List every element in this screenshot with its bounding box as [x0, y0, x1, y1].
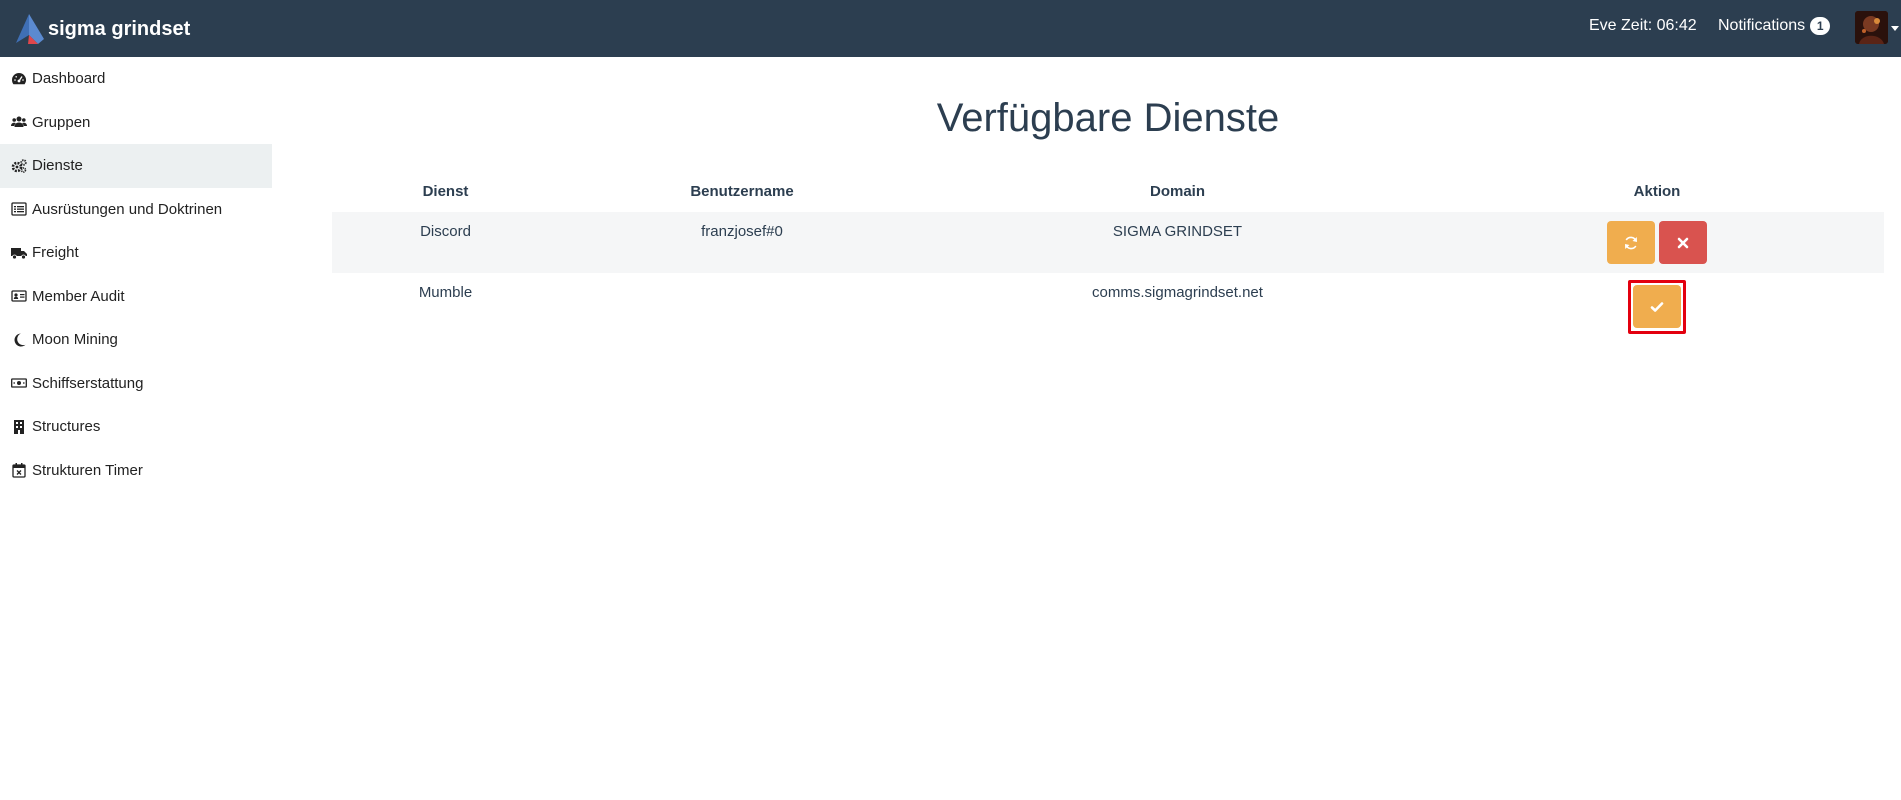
top-navbar: sigma grindset Eve Zeit: 06:42 Notificat…: [0, 0, 1901, 57]
sidebar-item-fittings[interactable]: Ausrüstungen und Doktrinen: [0, 188, 272, 232]
sidebar-item-freight[interactable]: Freight: [0, 231, 272, 275]
sidebar-item-label: Gruppen: [32, 113, 91, 131]
notifications-label: Notifications: [1718, 17, 1806, 34]
table-row: Discord franzjosef#0 SIGMA GRINDSET: [332, 212, 1884, 273]
list-icon: [10, 201, 28, 217]
column-header-action: Aktion: [1633, 183, 1681, 200]
column-header-username: Benutzername: [690, 183, 794, 200]
notifications-link[interactable]: Notifications 1: [1718, 17, 1831, 35]
sidebar-item-label: Schiffserstattung: [32, 374, 144, 392]
sidebar-item-services[interactable]: Dienste: [0, 144, 272, 188]
cogs-icon: [10, 158, 28, 174]
id-card-icon: [10, 288, 28, 304]
moon-icon: [10, 332, 28, 348]
brand-logo-icon: [16, 14, 44, 44]
highlight-box: [1628, 280, 1686, 334]
sidebar-item-member-audit[interactable]: Member Audit: [0, 275, 272, 319]
sidebar-item-label: Member Audit: [32, 287, 125, 305]
sidebar-item-structures[interactable]: Structures: [0, 405, 272, 449]
refresh-button[interactable]: [1607, 221, 1655, 264]
avatar[interactable]: [1855, 11, 1888, 44]
money-bill-icon: [10, 375, 28, 391]
page-title: Verfügbare Dienste: [936, 96, 1280, 140]
table-header: Dienst Benutzername Domain Aktion: [332, 178, 1884, 212]
service-domain: SIGMA GRINDSET: [1112, 223, 1243, 240]
users-icon: [10, 114, 28, 130]
table-row: Mumble comms.sigmagrindset.net: [332, 273, 1884, 334]
sidebar-item-srp[interactable]: Schiffserstattung: [0, 362, 272, 406]
close-icon: [1677, 237, 1689, 248]
calendar-times-icon: [10, 462, 28, 478]
building-icon: [10, 419, 28, 435]
sidebar-item-label: Moon Mining: [32, 331, 118, 349]
delete-button[interactable]: [1659, 221, 1707, 264]
avatar-caret-icon[interactable]: [1891, 26, 1899, 31]
service-name: Discord: [420, 223, 471, 240]
sidebar-item-groups[interactable]: Gruppen: [0, 101, 272, 145]
notifications-badge: 1: [1810, 17, 1831, 35]
sidebar-item-label: Dienste: [32, 157, 83, 175]
sidebar-item-label: Dashboard: [32, 70, 106, 88]
eve-time: Eve Zeit: 06:42: [1589, 17, 1697, 34]
check-icon: [1650, 301, 1664, 312]
services-table: Dienst Benutzername Domain Aktion Discor…: [332, 178, 1884, 334]
brand-link[interactable]: sigma grindset: [14, 13, 190, 45]
sidebar-item-dashboard[interactable]: Dashboard: [0, 57, 272, 101]
service-domain: comms.sigmagrindset.net: [1092, 284, 1263, 301]
brand-name: sigma grindset: [48, 17, 191, 40]
sidebar: Dashboard Gruppen Dienste Ausrüstungen u…: [0, 57, 272, 492]
refresh-icon: [1625, 236, 1637, 249]
sidebar-item-moon-mining[interactable]: Moon Mining: [0, 318, 272, 362]
sidebar-item-structure-timers[interactable]: Strukturen Timer: [0, 449, 272, 493]
sidebar-item-label: Strukturen Timer: [32, 461, 143, 479]
avatar-image-icon: [1855, 11, 1888, 44]
row-actions: [1430, 273, 1884, 334]
service-name: Mumble: [418, 284, 473, 301]
truck-icon: [10, 245, 28, 261]
dashboard-icon: [10, 71, 28, 87]
service-username: franzjosef#0: [701, 223, 783, 240]
column-header-service: Dienst: [422, 183, 469, 200]
activate-button[interactable]: [1633, 285, 1681, 328]
service-username: [559, 273, 925, 334]
column-header-domain: Domain: [1149, 183, 1205, 200]
sidebar-item-label: Freight: [32, 244, 79, 262]
sidebar-item-label: Structures: [32, 418, 101, 436]
row-actions: [1430, 212, 1884, 273]
sidebar-item-label: Ausrüstungen und Doktrinen: [32, 200, 223, 218]
